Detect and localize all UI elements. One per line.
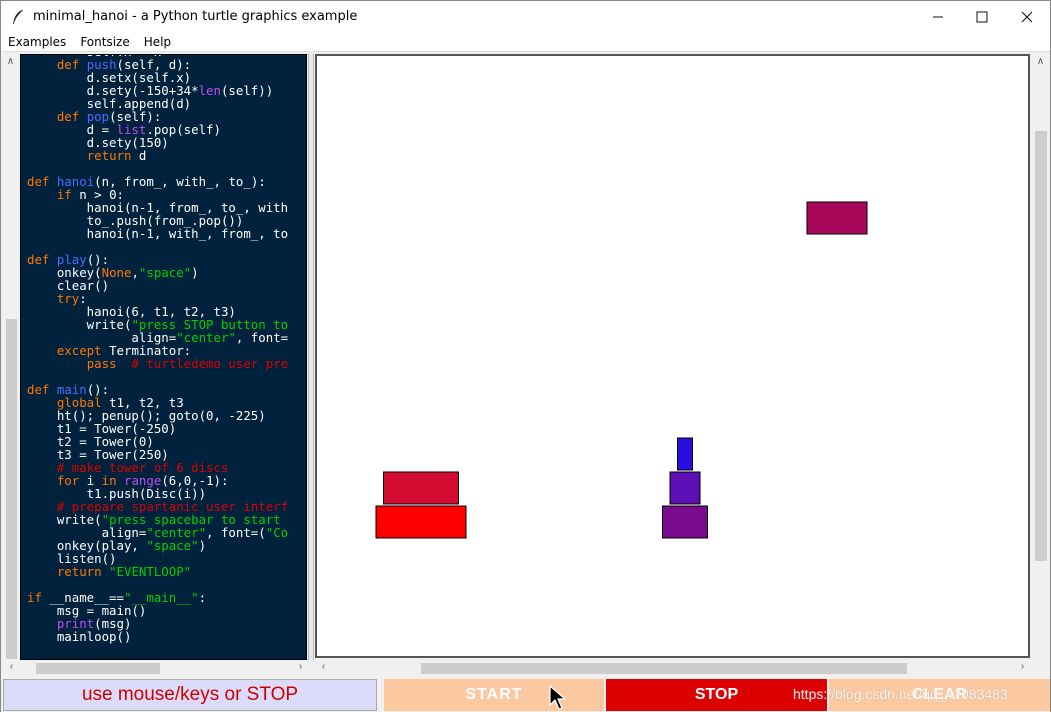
code-vertical-scroll-thumb[interactable] [6,319,17,659]
turtle-canvas[interactable] [315,54,1030,658]
watermark-text: https://blog.csdn.net/qq_47983483 [793,686,1008,702]
canvas-horizontal-scroll-thumb[interactable] [421,663,907,674]
hanoi-disc [677,437,693,471]
scroll-right-icon[interactable]: › [293,661,308,672]
code-vertical-scrollbar[interactable]: ∧ [3,54,18,660]
scroll-right-icon[interactable]: › [1015,661,1030,672]
status-label: use mouse/keys or STOP [3,679,377,711]
hanoi-disc [375,505,467,539]
canvas-vertical-scroll-thumb[interactable] [1035,131,1047,561]
pane-splitter[interactable] [308,54,314,660]
code-line: return d [86,148,147,163]
canvas-horizontal-scrollbar[interactable]: ‹ › [315,660,1032,676]
code-line: return "EVENTLOOP" [56,564,192,579]
menu-examples[interactable]: Examples [1,35,73,49]
window-title: minimal_hanoi - a Python turtle graphics… [33,9,358,24]
close-icon[interactable] [1004,1,1050,32]
scroll-up-icon[interactable]: ∧ [3,56,18,67]
code-line: hanoi(n-1, with_, from_, to [27,226,289,241]
scroll-left-icon[interactable]: ‹ [316,661,331,672]
scroll-up-icon[interactable]: ∧ [1033,56,1048,67]
app-window: minimal_hanoi - a Python turtle graphics… [0,0,1051,712]
menu-help[interactable]: Help [137,35,178,49]
code-editor[interactable]: self.x = x def push(self, d): d.setx(sel… [20,54,307,660]
code-horizontal-scrollbar[interactable]: ‹ › [3,660,309,676]
mouse-cursor-icon [549,685,567,710]
menu-bar: Examples Fontsize Help [1,32,1050,52]
feather-icon [13,9,23,24]
code-horizontal-scroll-thumb[interactable] [36,663,160,674]
hanoi-disc [662,505,708,539]
maximize-icon[interactable] [959,1,1005,32]
code-line: pass # turtledemo user pre [86,356,289,371]
start-button[interactable]: START [384,679,604,711]
code-line: mainloop() [27,629,132,644]
hanoi-disc [806,201,868,235]
scroll-left-icon[interactable]: ‹ [4,661,19,672]
minimize-icon[interactable] [915,1,961,32]
menu-fontsize[interactable]: Fontsize [73,35,136,49]
control-bar: use mouse/keys or STOP START STOP CLEAR … [1,678,1050,712]
source-code: self.x = x def push(self, d): d.setx(sel… [27,55,289,644]
hanoi-drawing [375,201,868,539]
hanoi-disc [383,471,459,505]
title-bar: minimal_hanoi - a Python turtle graphics… [1,1,1050,32]
canvas-vertical-scrollbar[interactable]: ∧ [1032,54,1049,658]
hanoi-disc [669,471,701,505]
